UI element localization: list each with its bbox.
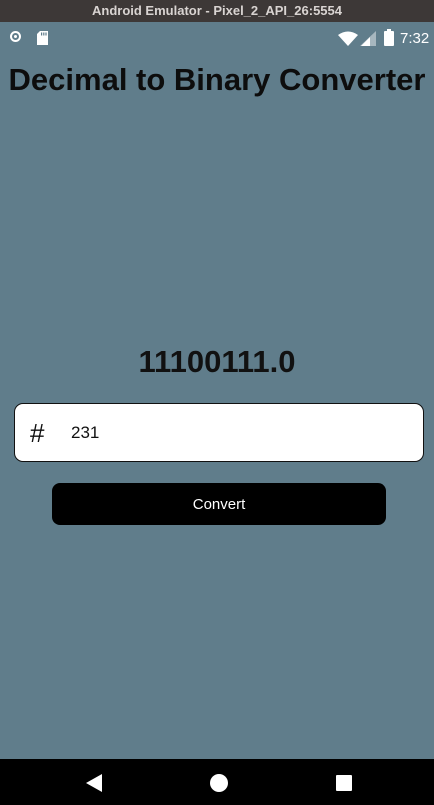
status-bar: 7:32: [0, 22, 434, 56]
emulator-title-bar: Android Emulator - Pixel_2_API_26:5554: [0, 0, 434, 22]
emulator-title: Android Emulator - Pixel_2_API_26:5554: [92, 3, 342, 18]
home-icon[interactable]: [210, 774, 228, 797]
decimal-input[interactable]: [69, 414, 403, 452]
binary-result: 11100111.0: [138, 344, 296, 379]
decimal-input-container[interactable]: #: [14, 403, 424, 462]
hash-icon: #: [30, 418, 45, 448]
status-time: 7:32: [400, 30, 430, 47]
navigation-bar: [0, 759, 434, 805]
page-title: Decimal to Binary Converter: [8, 62, 426, 97]
signal-icon: [360, 31, 376, 51]
record-icon: [10, 31, 21, 42]
wifi-icon: [338, 31, 358, 51]
app-screen: 7:32 Decimal to Binary Converter 1110011…: [0, 22, 434, 759]
back-icon[interactable]: [86, 774, 102, 797]
convert-button[interactable]: Convert: [52, 483, 386, 525]
battery-icon: [384, 29, 394, 51]
recents-icon[interactable]: [336, 775, 352, 796]
sd-card-icon: [37, 31, 48, 50]
